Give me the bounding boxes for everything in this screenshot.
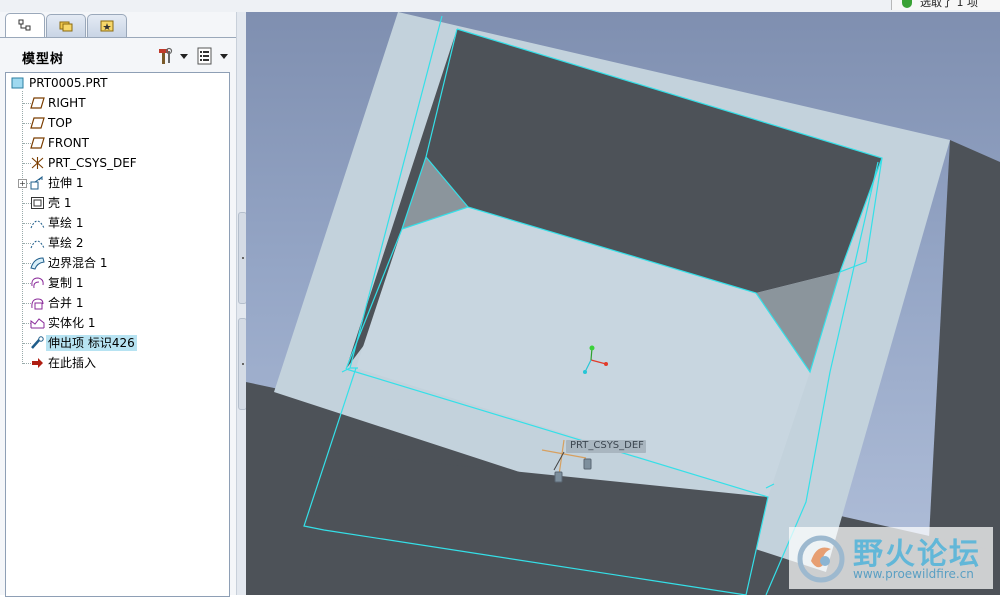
- extrude-icon: [30, 176, 43, 190]
- watermark-url: www.proewildfire.cn: [853, 567, 974, 581]
- model-tree: PRT0005.PRT RIGHT TOP FRONT PRT_CSYS_DEF: [5, 72, 230, 597]
- favorites-tab[interactable]: [87, 14, 127, 37]
- tree-item-top[interactable]: TOP: [6, 113, 229, 133]
- tree-item-boundary-blend[interactable]: 边界混合 1: [6, 253, 229, 273]
- tree-item-front[interactable]: FRONT: [6, 133, 229, 153]
- folder-browser-tab[interactable]: [46, 14, 86, 37]
- tree-item-label: PRT0005.PRT: [29, 76, 108, 90]
- tree-item-solidify[interactable]: 实体化 1: [6, 313, 229, 333]
- forum-logo-icon: [797, 535, 845, 583]
- grip-dot: [242, 257, 244, 259]
- tree-item-extrude[interactable]: + 拉伸 1: [6, 173, 229, 193]
- datum-plane-icon: [30, 117, 45, 129]
- tree-item-label: 壳 1: [48, 196, 72, 210]
- watermark: 野火论坛 www.proewildfire.cn: [789, 527, 993, 589]
- tree-item-shell[interactable]: 壳 1: [6, 193, 229, 213]
- folders-tab-icon: [59, 21, 73, 32]
- tree-item-insert-here[interactable]: 在此插入: [6, 353, 229, 373]
- tree-item-copy[interactable]: 复制 1: [6, 273, 229, 293]
- tree-item-label: 边界混合 1: [48, 256, 108, 270]
- status-shield-icon: [902, 0, 912, 8]
- tree-show-button[interactable]: [196, 45, 228, 67]
- sketch-icon: [30, 220, 45, 229]
- part-icon: [11, 77, 24, 89]
- tree-item-label: 复制 1: [48, 276, 84, 290]
- tree-item-label: 在此插入: [48, 356, 97, 370]
- tree-item-label: 草绘 1: [48, 216, 84, 230]
- list-view-icon: [197, 47, 212, 65]
- insert-here-icon: [32, 358, 43, 368]
- tree-item-label: 实体化 1: [48, 316, 96, 330]
- datum-plane-icon: [30, 137, 45, 149]
- navigator-panel: 模型树 PRT0005.PRT RIGHT TOP FRONT PRT_CSYS…: [0, 12, 236, 597]
- model-tree-title: 模型树: [22, 52, 65, 67]
- tree-item-label: PRT_CSYS_DEF: [48, 156, 137, 170]
- model-view: [246, 12, 1000, 595]
- tree-item-sketch-2[interactable]: 草绘 2: [6, 233, 229, 253]
- selection-status: 选取了 1 项: [891, 0, 1000, 10]
- tree-item-label-selected: 伸出项 标识426: [46, 335, 137, 351]
- datum-plane-icon: [30, 97, 45, 109]
- sketch-icon: [30, 240, 45, 249]
- solidify-icon: [30, 318, 45, 329]
- tree-tab-icon: [18, 19, 31, 31]
- tab-underline: [0, 37, 236, 38]
- tree-item-part[interactable]: PRT0005.PRT: [6, 73, 229, 93]
- selection-status-text: 选取了 1 项: [920, 0, 978, 9]
- shell-icon: [31, 197, 44, 209]
- hammer-wrench-icon: [159, 47, 173, 64]
- tree-item-label: RIGHT: [48, 96, 86, 110]
- merge-icon: [31, 298, 44, 310]
- graphics-viewport[interactable]: PRT_CSYS_DEF 野火论坛 www.proewildfire.cn: [246, 12, 1000, 595]
- tree-item-merge[interactable]: 合并 1: [6, 293, 229, 313]
- copy-icon: [31, 277, 44, 289]
- tree-item-label: FRONT: [48, 136, 89, 150]
- tree-item-label: 拉伸 1: [48, 176, 84, 190]
- csys-label: PRT_CSYS_DEF: [570, 440, 644, 451]
- model-tree-tab[interactable]: [5, 13, 45, 38]
- protrusion-icon: [31, 336, 44, 349]
- tree-item-label: TOP: [48, 116, 73, 130]
- favorites-tab-icon: [100, 20, 114, 32]
- tree-item-label: 草绘 2: [48, 236, 84, 250]
- boundary-blend-icon: [30, 257, 45, 270]
- tree-settings-button[interactable]: [156, 45, 188, 67]
- tree-item-label: 合并 1: [48, 296, 84, 310]
- tree-item-csys[interactable]: PRT_CSYS_DEF: [6, 153, 229, 173]
- tree-item-protrusion[interactable]: 伸出项 标识426: [6, 333, 229, 353]
- navigator-tabbar: [0, 12, 236, 38]
- tree-item-sketch-1[interactable]: 草绘 1: [6, 213, 229, 233]
- grip-dot: [242, 363, 244, 365]
- model-tree-header: 模型树: [0, 42, 236, 72]
- csys-icon: [31, 157, 44, 169]
- tree-item-right[interactable]: RIGHT: [6, 93, 229, 113]
- chevron-down-icon: [220, 54, 228, 59]
- chevron-down-icon: [180, 54, 188, 59]
